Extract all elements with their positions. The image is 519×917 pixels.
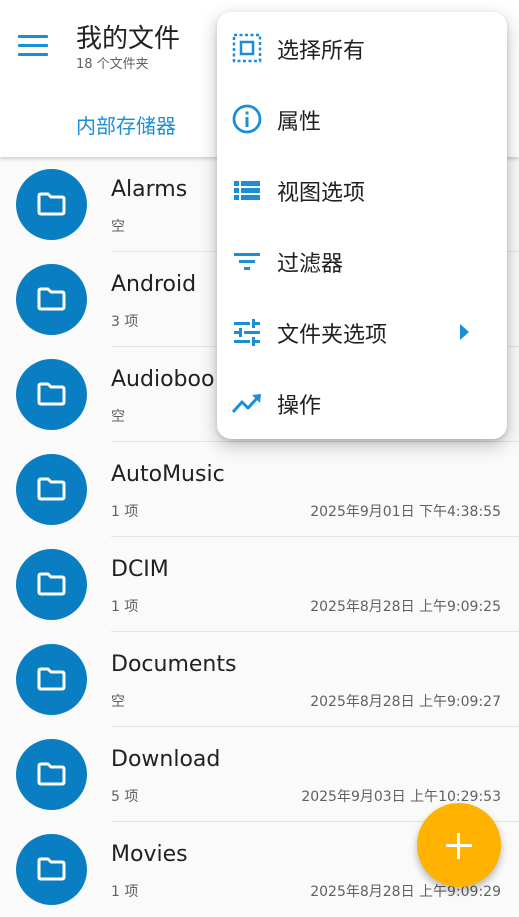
menu-item-actions[interactable]: 操作 <box>217 367 507 437</box>
overflow-menu: 选择所有 属性 视图选项 过滤器 文件夹选项 操作 <box>217 12 507 439</box>
folder-name: Alarms <box>111 177 188 202</box>
menu-item-label: 视图选项 <box>277 181 366 206</box>
folder-avatar <box>16 644 87 715</box>
menu-item-filter[interactable]: 过滤器 <box>217 225 507 295</box>
folder-item-count: 5 项 <box>111 789 139 805</box>
folder-item-count: 1 项 <box>111 884 139 900</box>
menu-item-view-options[interactable]: 视图选项 <box>217 154 507 224</box>
info-icon <box>232 104 262 134</box>
folder-name: Documents <box>111 652 237 677</box>
folder-item-count: 1 项 <box>111 599 139 615</box>
folder-name: AutoMusic <box>111 462 225 487</box>
folder-avatar <box>16 169 87 240</box>
hamburger-menu-icon[interactable] <box>14 28 52 62</box>
folder-avatar <box>16 454 87 525</box>
menu-item-label: 属性 <box>277 110 322 135</box>
folder-avatar <box>16 264 87 335</box>
folder-item-count: 空 <box>111 694 125 710</box>
folder-date: 2025年8月28日 上午9:09:27 <box>310 694 501 710</box>
folder-icon <box>37 192 66 216</box>
menu-item-label: 文件夹选项 <box>277 323 388 348</box>
view-list-icon <box>234 181 260 200</box>
folder-icon <box>37 382 66 406</box>
folder-avatar <box>16 834 87 905</box>
list-item[interactable]: AutoMusic 1 项 2025年9月01日 下午4:38:55 <box>0 442 519 537</box>
folder-avatar <box>16 359 87 430</box>
folder-date: 2025年9月03日 上午10:29:53 <box>301 789 501 805</box>
folder-name: Movies <box>111 842 188 867</box>
folder-item-count: 3 项 <box>111 314 139 330</box>
list-item[interactable]: Documents 空 2025年8月28日 上午9:09:27 <box>0 632 519 727</box>
folder-icon <box>37 857 66 881</box>
tune-icon <box>234 319 260 346</box>
menu-item-folder-options[interactable]: 文件夹选项 <box>217 296 507 366</box>
folder-icon <box>37 572 66 596</box>
plus-icon-vertical <box>457 833 460 859</box>
select-all-icon <box>232 33 262 63</box>
filter-icon <box>234 253 260 270</box>
list-item[interactable]: DCIM 1 项 2025年8月28日 上午9:09:25 <box>0 537 519 632</box>
folder-icon <box>37 667 66 691</box>
add-fab-button[interactable] <box>417 803 501 887</box>
trending-icon <box>231 394 261 414</box>
menu-item-properties[interactable]: 属性 <box>217 83 507 153</box>
submenu-arrow-icon <box>460 324 469 340</box>
folder-avatar <box>16 549 87 620</box>
folder-name: Download <box>111 747 221 772</box>
folder-item-count: 1 项 <box>111 504 139 520</box>
folder-icon <box>37 762 66 786</box>
menu-item-label: 操作 <box>277 394 322 419</box>
page-title: 我的文件 <box>76 24 181 54</box>
folder-name: Android <box>111 272 197 297</box>
folder-date: 2025年8月28日 上午9:09:25 <box>310 599 501 615</box>
tab-internal-storage[interactable]: 内部存储器 <box>76 110 176 139</box>
folder-name: Audioboo <box>111 367 215 392</box>
folder-item-count: 空 <box>111 219 125 235</box>
folder-icon <box>37 287 66 311</box>
menu-item-label: 过滤器 <box>277 252 344 277</box>
folder-avatar <box>16 739 87 810</box>
folder-count: 18 个文件夹 <box>76 57 149 72</box>
folder-name: DCIM <box>111 557 169 582</box>
menu-item-select-all[interactable]: 选择所有 <box>217 12 507 82</box>
folder-item-count: 空 <box>111 409 125 425</box>
menu-item-label: 选择所有 <box>277 39 366 64</box>
folder-icon <box>37 477 66 501</box>
folder-date: 2025年9月01日 下午4:38:55 <box>310 504 501 520</box>
